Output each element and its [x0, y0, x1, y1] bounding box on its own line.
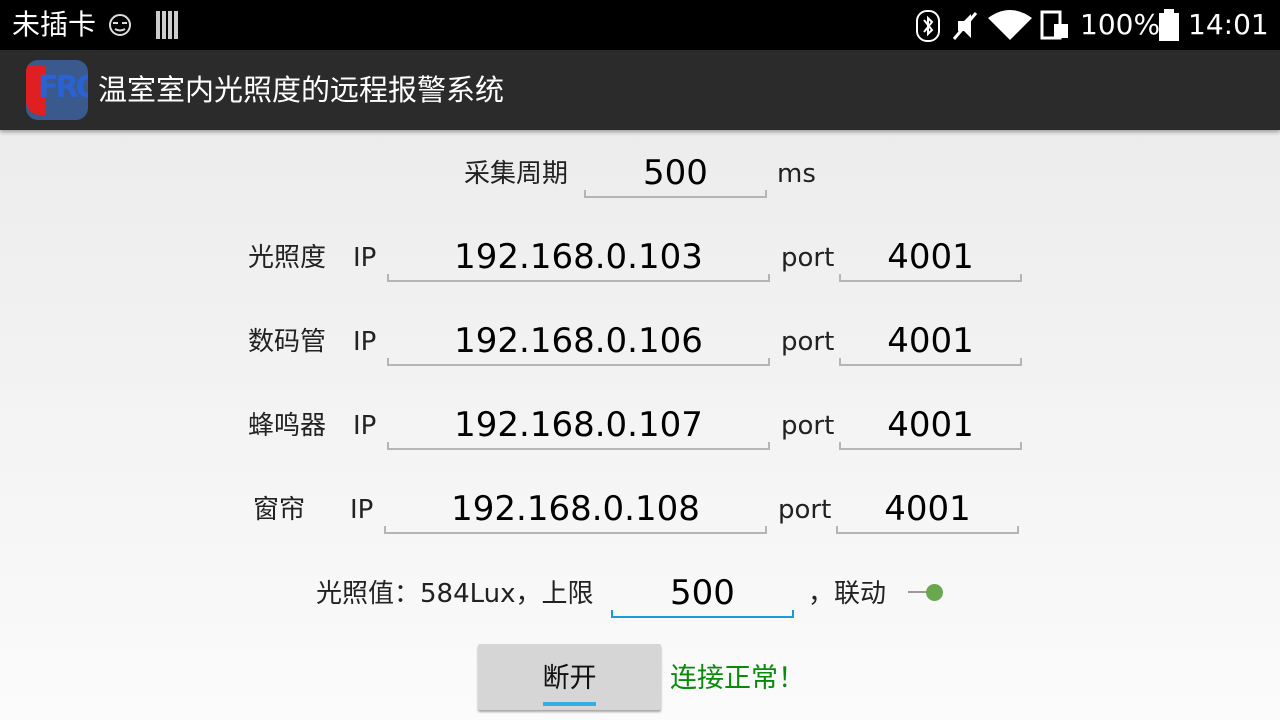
data-sync-icon: [1040, 10, 1068, 40]
clock: 14:01: [1188, 8, 1269, 41]
collection-period-input[interactable]: 500: [584, 150, 767, 198]
ip-input-light[interactable]: 192.168.0.103: [387, 234, 770, 282]
device-name-display: 数码管: [248, 327, 327, 357]
disconnect-button[interactable]: 断开: [478, 644, 661, 710]
upper-limit-input[interactable]: 500: [611, 570, 794, 618]
app-title: 温室室内光照度的远程报警系统: [98, 73, 505, 107]
sim-bars-icon: [156, 11, 178, 39]
ip-input-buzzer[interactable]: 192.168.0.107: [387, 402, 770, 450]
ip-label: IP: [353, 411, 377, 441]
port-label: port: [778, 495, 832, 525]
linkage-label: ，联动: [808, 579, 887, 609]
collection-unit-label: ms: [777, 159, 816, 189]
device-name-light: 光照度: [248, 243, 327, 273]
device-name-buzzer: 蜂鸣器: [248, 411, 327, 441]
port-input-light[interactable]: 4001: [839, 234, 1022, 282]
battery-icon: [1159, 9, 1179, 41]
face-icon: [109, 14, 131, 36]
app-logo-text: FRO: [38, 70, 88, 105]
button-focus-indicator: [543, 702, 596, 706]
ip-input-curtain[interactable]: 192.168.0.108: [384, 486, 767, 534]
mute-icon: [952, 12, 978, 40]
port-label: port: [781, 243, 835, 273]
port-input-buzzer[interactable]: 4001: [839, 402, 1022, 450]
port-input-curtain[interactable]: 4001: [836, 486, 1019, 534]
ip-label: IP: [353, 327, 377, 357]
ip-label: IP: [353, 243, 377, 273]
status-bar: 未插卡 100% 14:01: [0, 0, 1280, 50]
ip-input-display[interactable]: 192.168.0.106: [387, 318, 770, 366]
device-name-curtain: 窗帘: [253, 495, 306, 525]
bluetooth-icon: [916, 10, 940, 42]
connection-status-text: 连接正常！: [670, 663, 805, 694]
port-input-display[interactable]: 4001: [839, 318, 1022, 366]
app-logo-icon: FRO: [26, 60, 88, 120]
collection-period-label: 采集周期: [464, 159, 569, 189]
port-label: port: [781, 411, 835, 441]
light-reading-text: 光照值：584Lux，上限: [316, 579, 594, 609]
disconnect-button-label: 断开: [542, 663, 597, 694]
port-label: port: [781, 327, 835, 357]
ip-label: IP: [350, 495, 374, 525]
carrier-text: 未插卡: [12, 8, 97, 41]
linkage-switch[interactable]: [926, 584, 943, 601]
battery-percent: 100%: [1080, 8, 1161, 41]
wifi-icon: [988, 10, 1032, 40]
